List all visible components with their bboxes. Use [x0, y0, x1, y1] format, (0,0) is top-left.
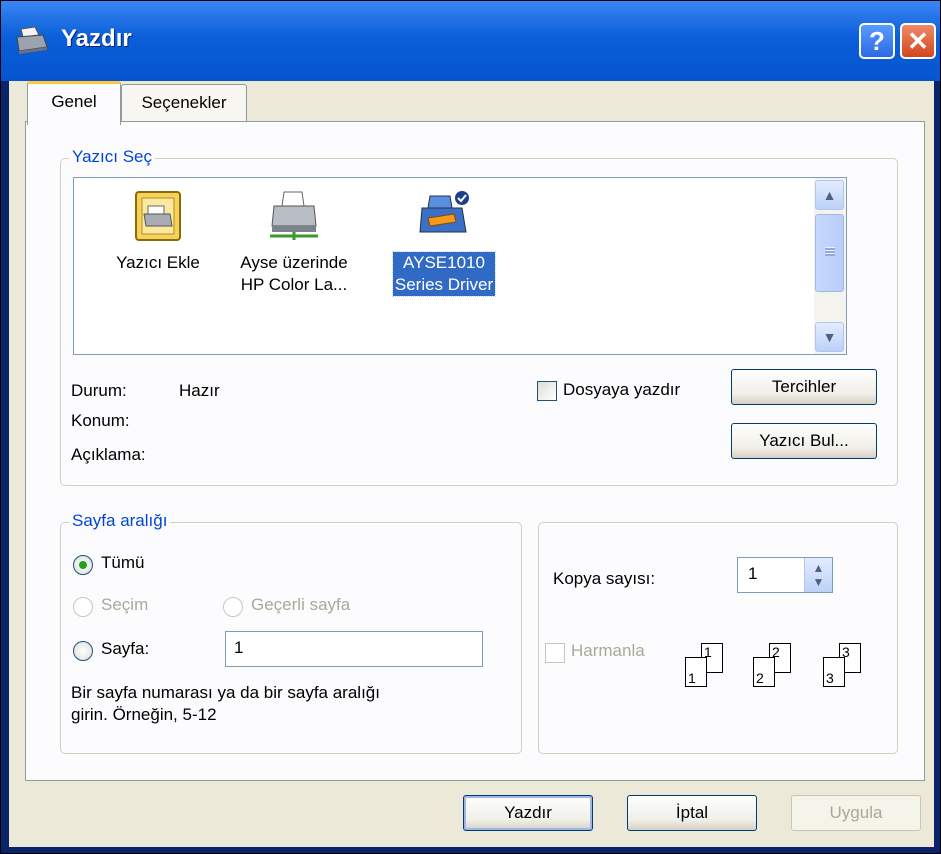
chevron-up-icon: ▲ [822, 187, 837, 203]
all-pages-label[interactable]: Tümü [101, 553, 144, 573]
printer-item-ayse1010[interactable]: AYSE1010 Series Driver [374, 188, 514, 297]
printer-name-line: HP Color La... [240, 275, 348, 294]
cancel-button[interactable]: İptal [627, 795, 757, 831]
group-title: Yazıcı Seç [69, 147, 155, 167]
copies-spin-buttons[interactable]: ▲ ▼ [804, 558, 832, 592]
printer-list-scrollbar[interactable]: ▲ ▼ [814, 178, 846, 354]
tab-label: Seçenekler [141, 93, 227, 112]
copies-value: 1 [748, 564, 758, 583]
status-label: Durum: [71, 381, 127, 400]
page-icon: 2 [753, 657, 775, 687]
comment-label: Açıklama: [71, 445, 146, 464]
apply-button[interactable]: Uygula [791, 795, 921, 831]
pages-radio[interactable] [73, 641, 93, 661]
spin-arrows-icon: ▲ ▼ [812, 561, 825, 589]
scroll-down-button[interactable]: ▼ [815, 322, 844, 352]
selection-radio[interactable] [73, 597, 93, 617]
preferences-button[interactable]: Tercihler [731, 369, 877, 405]
tab-secenekler[interactable]: Seçenekler [121, 84, 247, 122]
printer-name: Ayse üzerinde HP Color La... [238, 252, 349, 296]
print-to-file-label[interactable]: Dosyaya yazdır [563, 380, 680, 400]
printer-name-line: AYSE1010 [403, 253, 485, 272]
window-title: Yazdır [61, 25, 132, 52]
page-range-hint-line1: Bir sayfa numarası ya da bir sayfa aralı… [71, 683, 380, 702]
add-printer-icon [135, 191, 181, 241]
page-number: 3 [826, 670, 834, 686]
printer-icon [16, 26, 48, 54]
collate-label[interactable]: Harmanla [571, 641, 645, 661]
printer-select-group: Yazıcı Seç Yazıcı Ekle Ayse üzerinde HP … [60, 147, 898, 486]
page-number: 2 [756, 670, 764, 686]
scroll-up-button[interactable]: ▲ [815, 180, 844, 210]
status-value: Hazır [179, 381, 220, 400]
network-printer-icon [270, 191, 318, 240]
collate-illustration: 1 1 2 2 3 3 [685, 643, 885, 693]
tab-panel: Yazıcı Seç Yazıcı Ekle Ayse üzerinde HP … [25, 121, 925, 781]
current-page-radio[interactable] [223, 597, 243, 617]
scroll-thumb[interactable] [815, 214, 844, 292]
printer-name: AYSE1010 Series Driver [391, 251, 497, 297]
dialog-body: Genel Seçenekler Yazıcı Seç Yazıcı Ekle [9, 81, 934, 847]
tab-genel[interactable]: Genel [27, 81, 121, 125]
print-dialog: Yazdır ? ✕ Genel Seçenekler Yazıcı Seç Y… [0, 0, 941, 854]
page-range-hint-line2: girin. Örneğin, 5-12 [71, 705, 217, 724]
close-button[interactable]: ✕ [900, 23, 936, 59]
pages-input[interactable]: 1 [225, 631, 483, 667]
page-number: 1 [688, 670, 696, 686]
page-icon: 1 [685, 657, 707, 687]
printer-item-hp[interactable]: Ayse üzerinde HP Color La... [224, 188, 364, 296]
copies-label: Kopya sayısı: [553, 569, 656, 588]
pages-label[interactable]: Sayfa: [101, 639, 149, 659]
help-button[interactable]: ? [859, 23, 895, 59]
find-printer-button[interactable]: Yazıcı Bul... [731, 423, 877, 459]
chevron-down-icon: ▼ [822, 329, 837, 345]
page-range-group: Sayfa aralığı Tümü Seçim Geçerli sayfa S… [60, 511, 522, 754]
printer-list[interactable]: Yazıcı Ekle Ayse üzerinde HP Color La... [73, 177, 847, 355]
title-bar[interactable]: Yazdır ? ✕ [1, 1, 940, 81]
copies-group: Kopya sayısı: 1 ▲ ▼ Harmanla 1 1 2 2 3 3 [538, 522, 898, 754]
collate-checkbox[interactable] [545, 643, 565, 663]
group-title: Sayfa aralığı [69, 511, 171, 531]
page-icon: 3 [823, 657, 845, 687]
printer-name: Yazıcı Ekle [116, 253, 200, 272]
tab-label: Genel [51, 92, 97, 111]
close-icon: ✕ [907, 26, 929, 56]
default-printer-icon [419, 189, 471, 233]
print-to-file-checkbox[interactable] [537, 381, 557, 401]
all-pages-radio[interactable] [73, 555, 93, 575]
print-button[interactable]: Yazdır [463, 795, 593, 831]
help-icon: ? [869, 26, 885, 56]
printer-name-line: Ayse üzerinde [240, 253, 348, 272]
location-label: Konum: [71, 411, 130, 430]
printer-name-line: Series Driver [394, 275, 494, 294]
printer-item-add[interactable]: Yazıcı Ekle [88, 188, 228, 274]
copies-spinbox[interactable]: 1 ▲ ▼ [737, 557, 833, 593]
selection-label[interactable]: Seçim [101, 595, 148, 615]
current-page-label[interactable]: Geçerli sayfa [251, 595, 350, 615]
